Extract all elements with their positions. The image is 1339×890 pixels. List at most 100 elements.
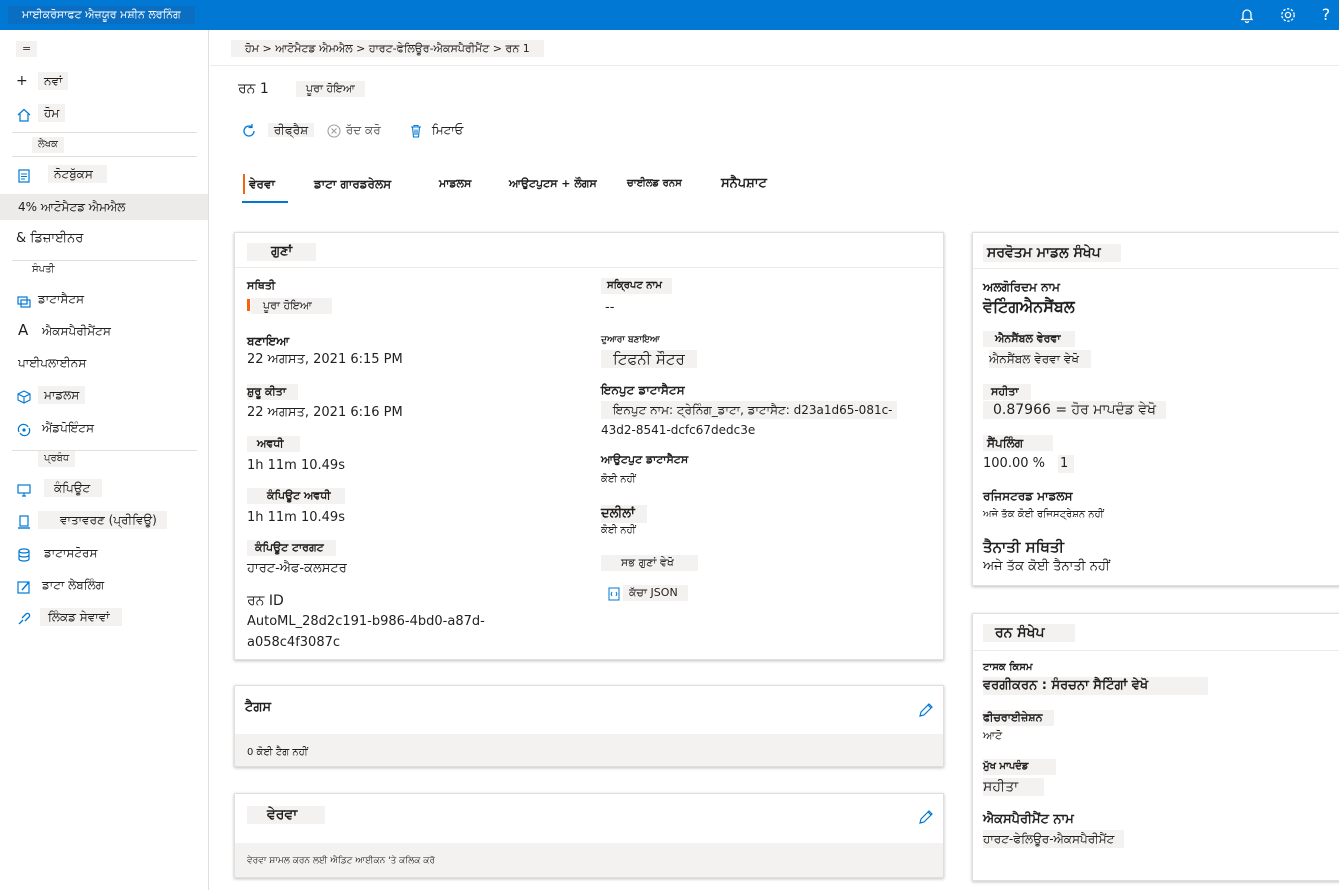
- best-model-title: ਸਰਵੋਤਮ ਮਾਡਲ ਸੰਖੇਪ: [983, 244, 1121, 262]
- compute-target-value[interactable]: ਹਾਰਟ-ਐਫ-ਕਲਸਟਰ: [247, 560, 347, 578]
- tags-title: ਟੈਗਸ: [245, 700, 272, 715]
- sampling-label: ਸੈਂਪਲਿੰਗ: [983, 435, 1054, 451]
- registered-models-value: ਅਜੇ ਤੱਕ ਕੋਈ ਰਜਿਸਟ੍ਰੇਸ਼ਨ ਨਹੀਂ: [983, 509, 1104, 520]
- nav-datasets[interactable]: ਡਾਟਾਸੈਟਸ: [0, 286, 208, 312]
- run-summary-card: ਰਨ ਸੰਖੇਪ ਟਾਸਕ ਕਿਸਮ ਵਰਗੀਕਰਨ : ਸੰਰਚਨਾ ਸੈਟਿ…: [972, 613, 1339, 881]
- notebook-icon: [16, 167, 32, 183]
- nav-designer[interactable]: & ਡਿਜ਼ਾਈਨਰ: [0, 226, 208, 252]
- help-icon[interactable]: ?: [1316, 5, 1336, 25]
- cancel-button[interactable]: ਰੱਦ ਕਰੋ: [326, 120, 381, 140]
- primary-metric-value: ਸਹੀਤਾ: [983, 778, 1045, 796]
- card-divider: [973, 650, 1339, 651]
- tab-details[interactable]: ਵੇਰਵਾ: [243, 174, 275, 194]
- started-label: ਸ਼ੁਰੂ ਕੀਤਾ: [247, 384, 298, 400]
- delete-button[interactable]: ਮਿਟਾਓ: [408, 120, 463, 140]
- task-type-value[interactable]: ਵਰਗੀਕਰਨ : ਸੰਰਚਨਾ ਸੈਟਿੰਗਾਂ ਵੇਖੋ: [983, 677, 1209, 695]
- created-by-label: ਦੁਆਰਾ ਬਣਾਇਆ: [601, 335, 660, 345]
- nav-new-label: ਨਵਾਂ: [38, 72, 69, 90]
- edit-box-icon: [16, 578, 32, 594]
- nav-models-label: ਮਾਡਲਸ: [38, 386, 86, 404]
- nav-endpoints-label: ਐਂਡਪੋਇੰਟਸ: [42, 421, 94, 435]
- properties-title: ਗੁਣਾਂ: [247, 243, 317, 261]
- nav-automated-ml[interactable]: 4% ਆਟੋਮੈਟਡ ਐਮਐਲ: [0, 194, 208, 220]
- main-content: ਹੋਮ > ਆਟੋਮੈਟਡ ਐਮਐਲ > ਹਾਰਟ-ਫੇਲਿਊਰ-ਐਕਸਪੈਰੀ…: [210, 30, 1339, 890]
- created-label: ਬਣਾਇਆ: [247, 334, 290, 348]
- gear-icon[interactable]: [1278, 5, 1298, 25]
- description-title: ਵੇਰਵਾ: [247, 806, 326, 824]
- header-divider: [210, 65, 1339, 66]
- experiment-name-label: ਐਕਸਪੈਰੀਮੈਂਟ ਨਾਮ: [983, 812, 1074, 827]
- created-by-value: ਟਿਫਨੀ ਸੌਟਰ: [601, 350, 697, 368]
- refresh-icon: [243, 123, 255, 137]
- tab-data-guardrails[interactable]: ਡਾਟਾ ਗਾਰਡਰੇਲਸ: [314, 174, 391, 194]
- nav-home[interactable]: ਹੋਮ: [0, 100, 208, 126]
- tab-models[interactable]: ਮਾਡਲਸ: [439, 174, 471, 194]
- nav-models[interactable]: ਮਾਡਲਸ: [0, 382, 208, 408]
- edit-description-icon[interactable]: [917, 808, 935, 826]
- see-all-properties-link[interactable]: ਸਭ ਗੁਣਾਂ ਵੇਖੋ: [601, 555, 698, 571]
- experiments-icon: A: [18, 321, 29, 339]
- datasets-icon: [16, 292, 32, 308]
- nav-notebooks[interactable]: ਨੋਟਬੁੱਕਸ: [0, 161, 208, 187]
- nav-compute[interactable]: ਕੰਪਿਊਟ: [0, 475, 208, 501]
- nav-new[interactable]: + ਨਵਾਂ: [0, 68, 208, 94]
- cancel-icon: [327, 123, 341, 138]
- tags-empty-text: 0 ਕੋਈ ਟੈਗ ਨਹੀਂ: [247, 747, 308, 758]
- nav-endpoints[interactable]: ਐਂਡਪੋਇੰਟਸ: [0, 415, 208, 441]
- created-value: 22 ਅਗਸਤ, 2021 6:15 PM: [247, 352, 403, 367]
- nav-linked-services[interactable]: ਲਿੰਕਡ ਸੇਵਾਵਾਂ: [0, 604, 208, 630]
- monitor-icon: [16, 481, 32, 497]
- nav-pipelines[interactable]: ਪਾਈਪਲਾਈਨਸ: [0, 350, 208, 376]
- duration-value: 1h 11m 10.49s: [247, 458, 345, 473]
- compute-target-label: ਕੰਪਿਊਟ ਟਾਰਗਟ: [247, 540, 336, 556]
- delete-label: ਮਿਟਾਓ: [431, 123, 464, 137]
- sampling-value: 100.00 %: [983, 456, 1045, 471]
- app-title[interactable]: ਮਾਈਕਰੋਸਾਫਟ ਐਜ਼ਯੂਰ ਮਸ਼ੀਨ ਲਰਨਿੰਗ: [8, 6, 195, 24]
- nav-experiments[interactable]: A ਐਕਸਪੈਰੀਮੈਂਟਸ: [0, 318, 208, 344]
- home-icon: [16, 106, 32, 122]
- input-datasets-line1[interactable]: ਇਨਪੁਟ ਨਾਮ: ਟ੍ਰੇਨਿੰਗ_ਡਾਟਾ, ਡਾਟਾਸੈਟ: d23a1…: [601, 401, 897, 419]
- top-bar: ਮਾਈਕਰੋਸਾਫਟ ਐਜ਼ਯੂਰ ਮਸ਼ੀਨ ਲਰਨਿੰਗ ?: [0, 0, 1339, 30]
- raw-json-link[interactable]: ਕੱਚਾ JSON: [623, 585, 688, 601]
- nav-compute-label: ਕੰਪਿਊਟ: [44, 479, 103, 497]
- tab-child-runs[interactable]: ਚਾਈਲਡ ਰਨਸ: [627, 174, 682, 194]
- refresh-button[interactable]: ਰੀਫ੍ਰੈਸ਼: [240, 120, 315, 140]
- nav-linked-services-label: ਲਿੰਕਡ ਸੇਵਾਵਾਂ: [40, 608, 122, 626]
- accuracy-value[interactable]: 0.87966 = ਹੋਰ ਮਾਪਦੰਡ ਵੇਖੋ: [983, 401, 1166, 419]
- output-datasets-value: ਕੋਈ ਨਹੀਂ: [601, 474, 636, 485]
- properties-card: ਗੁਣਾਂ ਸਥਿਤੀ ਪੂਰਾ ਹੋਇਆ ਬਣਾਇਆ 22 ਅਗਸਤ, 202…: [234, 232, 944, 660]
- edit-tags-icon[interactable]: [917, 701, 935, 719]
- nav-datastores[interactable]: ਡਾਟਾਸਟੋਰਸ: [0, 540, 208, 566]
- card-divider: [235, 267, 943, 268]
- environment-icon: [16, 513, 32, 529]
- status-label: ਸਥਿਤੀ: [247, 279, 276, 292]
- tab-outputs-logs[interactable]: ਆਉਟਪੁਟਸ + ਲੌਗਸ: [509, 174, 597, 194]
- run-id-label: ਰਨ ID: [247, 593, 284, 609]
- nav-data-labeling[interactable]: ਡਾਟਾ ਲੇਬਲਿੰਗ: [0, 572, 208, 598]
- tab-snapshot[interactable]: ਸਨੈਪਸ਼ਾਟ: [721, 174, 767, 194]
- collapse-menu-icon[interactable]: =: [16, 41, 38, 57]
- nav-divider: [12, 132, 197, 133]
- database-icon: [16, 546, 32, 562]
- bell-icon[interactable]: [1237, 5, 1257, 25]
- compute-duration-label: ਕੰਪਿਊਟ ਅਵਧੀ: [247, 488, 345, 504]
- primary-metric-label: ਮੁੱਖ ਮਾਪਦੰਡ: [983, 759, 1057, 775]
- deployment-status-value: ਅਜੇ ਤੱਕ ਕੋਈ ਤੈਨਾਤੀ ਨਹੀਂ: [983, 559, 1110, 574]
- endpoint-icon: [16, 421, 32, 437]
- input-datasets-line2[interactable]: 43d2-8541-dcfc67dedc3e: [601, 421, 755, 439]
- output-datasets-label: ਆਉਟਪੁਟ ਡਾਟਾਸੈਟਸ: [601, 453, 689, 466]
- plus-icon: +: [16, 73, 28, 89]
- ensemble-link[interactable]: ਐਨਸੈਂਬਲ ਵੇਰਵਾ ਵੇਖੋ: [989, 350, 1092, 368]
- breadcrumb[interactable]: ਹੋਮ > ਆਟੋਮੈਟਡ ਐਮਐਲ > ਹਾਰਟ-ਫੇਲਿਊਰ-ਐਕਸਪੈਰੀ…: [231, 40, 544, 57]
- cancel-label: ਰੱਦ ਕਰੋ: [345, 123, 381, 137]
- status-badge: ਪੂਰਾ ਹੋਇਆ: [296, 81, 365, 97]
- trash-icon: [411, 124, 421, 138]
- featurization-value: ਆਟੋ: [983, 729, 1003, 742]
- nav-notebooks-label: ਨੋਟਬੁੱਕਸ: [48, 165, 107, 183]
- nav-environments[interactable]: ਵਾਤਾਵਰਣ (ਪ੍ਰੀਵਿਊ): [0, 507, 208, 533]
- accuracy-label: ਸਹੀਤਾ: [983, 384, 1031, 400]
- refresh-label: ਰੀਫ੍ਰੈਸ਼: [267, 123, 315, 137]
- arguments-value: ਕੋਈ ਨਹੀਂ: [601, 525, 636, 536]
- experiment-name-value[interactable]: ਹਾਰਟ-ਫੇਲਿਊਰ-ਐਕਸਪੈਰੀਮੈਂਟ: [983, 830, 1125, 848]
- run-id-value-line1: AutoML_28d2c191-b986-4bd0-a87d-: [247, 614, 485, 629]
